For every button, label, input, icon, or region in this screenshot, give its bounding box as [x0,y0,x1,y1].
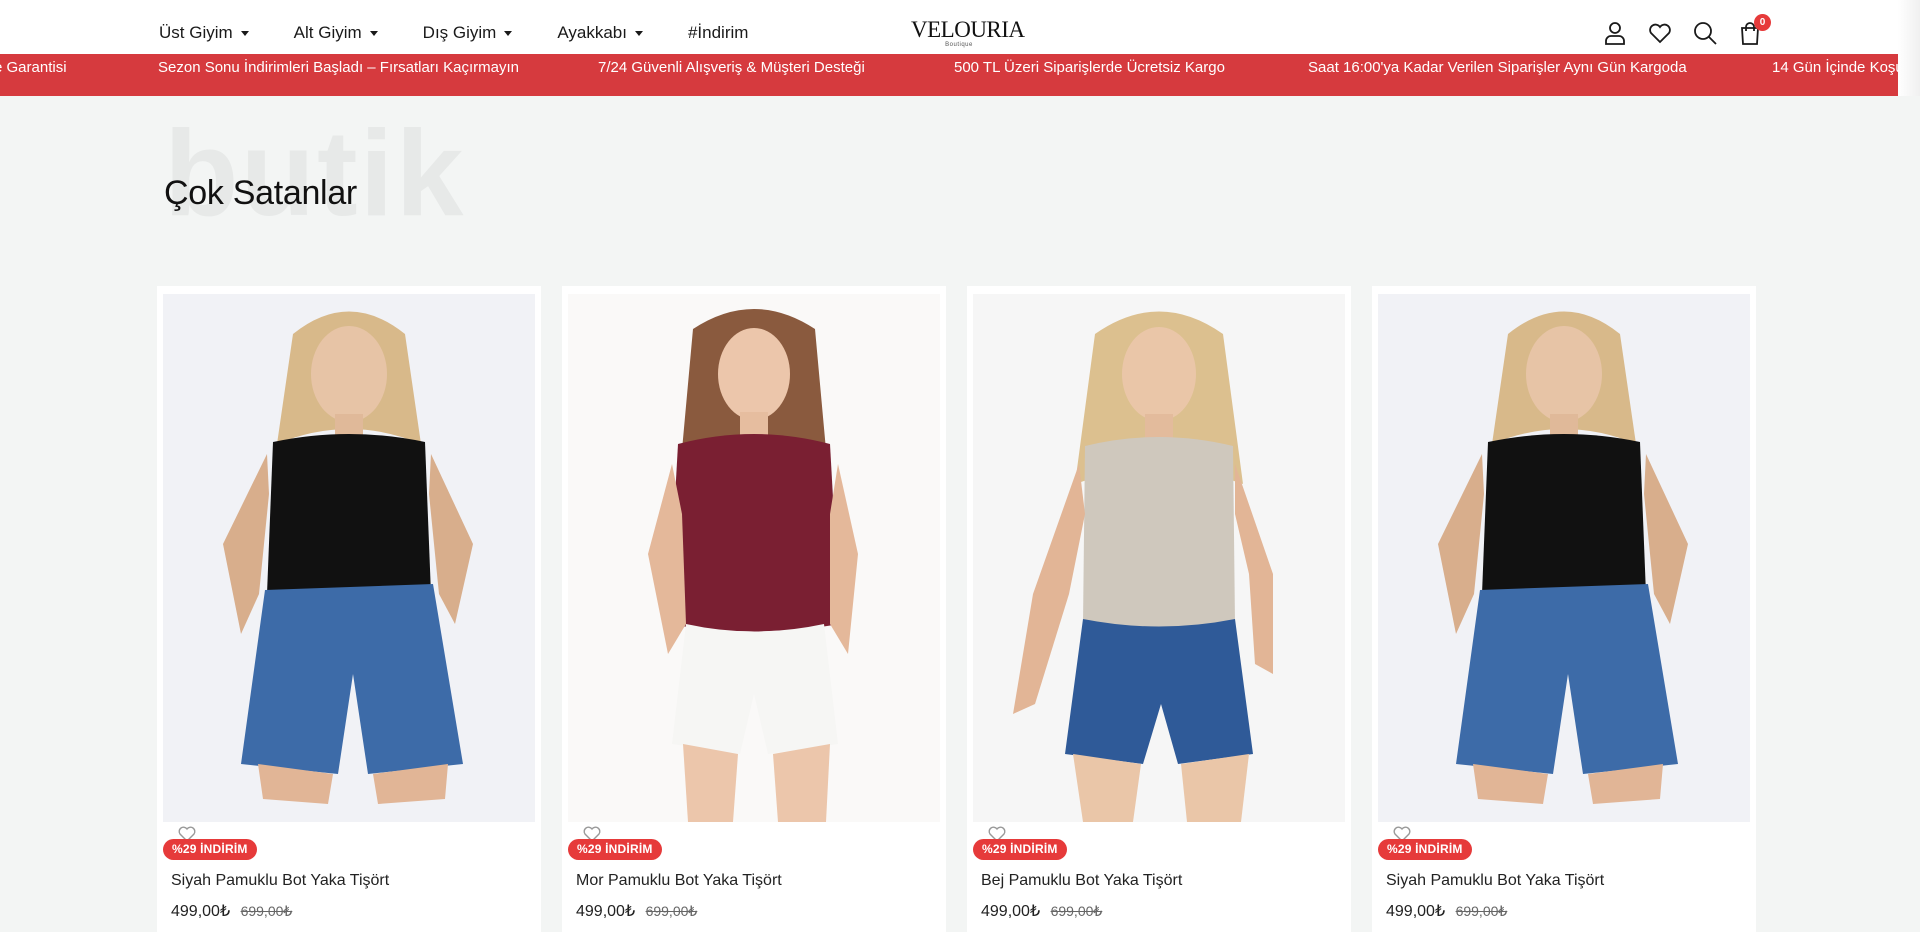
product-price: 499,00₺ 699,00₺ [171,901,292,921]
current-price: 499,00₺ [1386,903,1446,920]
cart-icon[interactable]: 0 [1737,14,1771,46]
current-price: 499,00₺ [981,903,1041,920]
product-image[interactable] [1378,294,1750,822]
chevron-down-icon [240,31,249,36]
nav-item-indirim[interactable]: #İndirim [688,23,748,43]
product-name[interactable]: Bej Pamuklu Bot Yaka Tişört [981,872,1182,890]
old-price: 699,00₺ [1050,903,1103,919]
current-price: 499,00₺ [171,903,231,920]
nav-item-alt-giyim[interactable]: Alt Giyim [294,23,378,43]
current-price: 499,00₺ [576,903,636,920]
nav-item-label: Alt Giyim [293,23,362,42]
ticker-item: Saat 16:00'ya Kadar Verilen Siparişler A… [1308,59,1687,76]
nav-item-label: Ayakkabı [557,23,627,42]
product-image[interactable] [973,294,1345,822]
product-card[interactable]: %29 İNDİRİM Siyah Pamuklu Bot Yaka Tişör… [157,286,541,932]
logo-wordmark: VELOURIA [911,17,1025,42]
section-background-word: butik [164,105,466,241]
discount-badge: %29 İNDİRİM [973,839,1067,860]
nav-item-label: Üst Giyim [159,23,233,42]
nav-item-dis-giyim[interactable]: Dış Giyim [423,23,513,43]
ticker-item: e Garantisi [0,59,67,76]
old-price: 699,00₺ [240,903,293,919]
discount-badge: %29 İNDİRİM [163,839,257,860]
product-image[interactable] [568,294,940,822]
user-icon[interactable] [1602,20,1628,46]
site-logo[interactable]: VELOURIA Boutique [911,17,1025,49]
product-card[interactable]: %29 İNDİRİM Mor Pamuklu Bot Yaka Tişört … [562,286,946,932]
chevron-down-icon [504,31,513,36]
scrollbar[interactable] [1898,0,1920,96]
product-price: 499,00₺ 699,00₺ [576,901,697,921]
heart-icon[interactable] [1647,20,1673,46]
old-price: 699,00₺ [645,903,698,919]
chevron-down-icon [369,31,378,36]
announcement-ticker: e Garantisi Sezon Sonu İndirimleri Başla… [0,54,1920,96]
product-name[interactable]: Mor Pamuklu Bot Yaka Tişört [576,872,782,890]
nav-item-ayakkabi[interactable]: Ayakkabı [557,23,643,43]
product-price: 499,00₺ 699,00₺ [1386,901,1507,921]
product-card[interactable]: %29 İNDİRİM Bej Pamuklu Bot Yaka Tişört … [967,286,1351,932]
product-image[interactable] [163,294,535,822]
ticker-item: Sezon Sonu İndirimleri Başladı – Fırsatl… [158,59,519,76]
nav-item-label: Dış Giyim [422,23,497,42]
nav-item-label: #İndirim [687,23,749,42]
product-card[interactable]: %29 İNDİRİM Siyah Pamuklu Bot Yaka Tişör… [1372,286,1756,932]
search-icon[interactable] [1692,20,1718,46]
old-price: 699,00₺ [1455,903,1508,919]
cart-count-badge: 0 [1754,14,1771,31]
product-price: 499,00₺ 699,00₺ [981,901,1102,921]
chevron-down-icon [634,31,643,36]
discount-badge: %29 İNDİRİM [1378,839,1472,860]
section-title: Çok Satanlar [164,174,357,212]
ticker-item: 7/24 Güvenli Alışveriş & Müşteri Desteği [598,59,865,76]
product-name[interactable]: Siyah Pamuklu Bot Yaka Tişört [1386,872,1604,890]
nav-item-ust-giyim[interactable]: Üst Giyim [159,23,249,43]
logo-tagline: Boutique [945,42,973,48]
product-name[interactable]: Siyah Pamuklu Bot Yaka Tişört [171,872,389,890]
ticker-item: 500 TL Üzeri Siparişlerde Ücretsiz Kargo [954,59,1225,76]
discount-badge: %29 İNDİRİM [568,839,662,860]
